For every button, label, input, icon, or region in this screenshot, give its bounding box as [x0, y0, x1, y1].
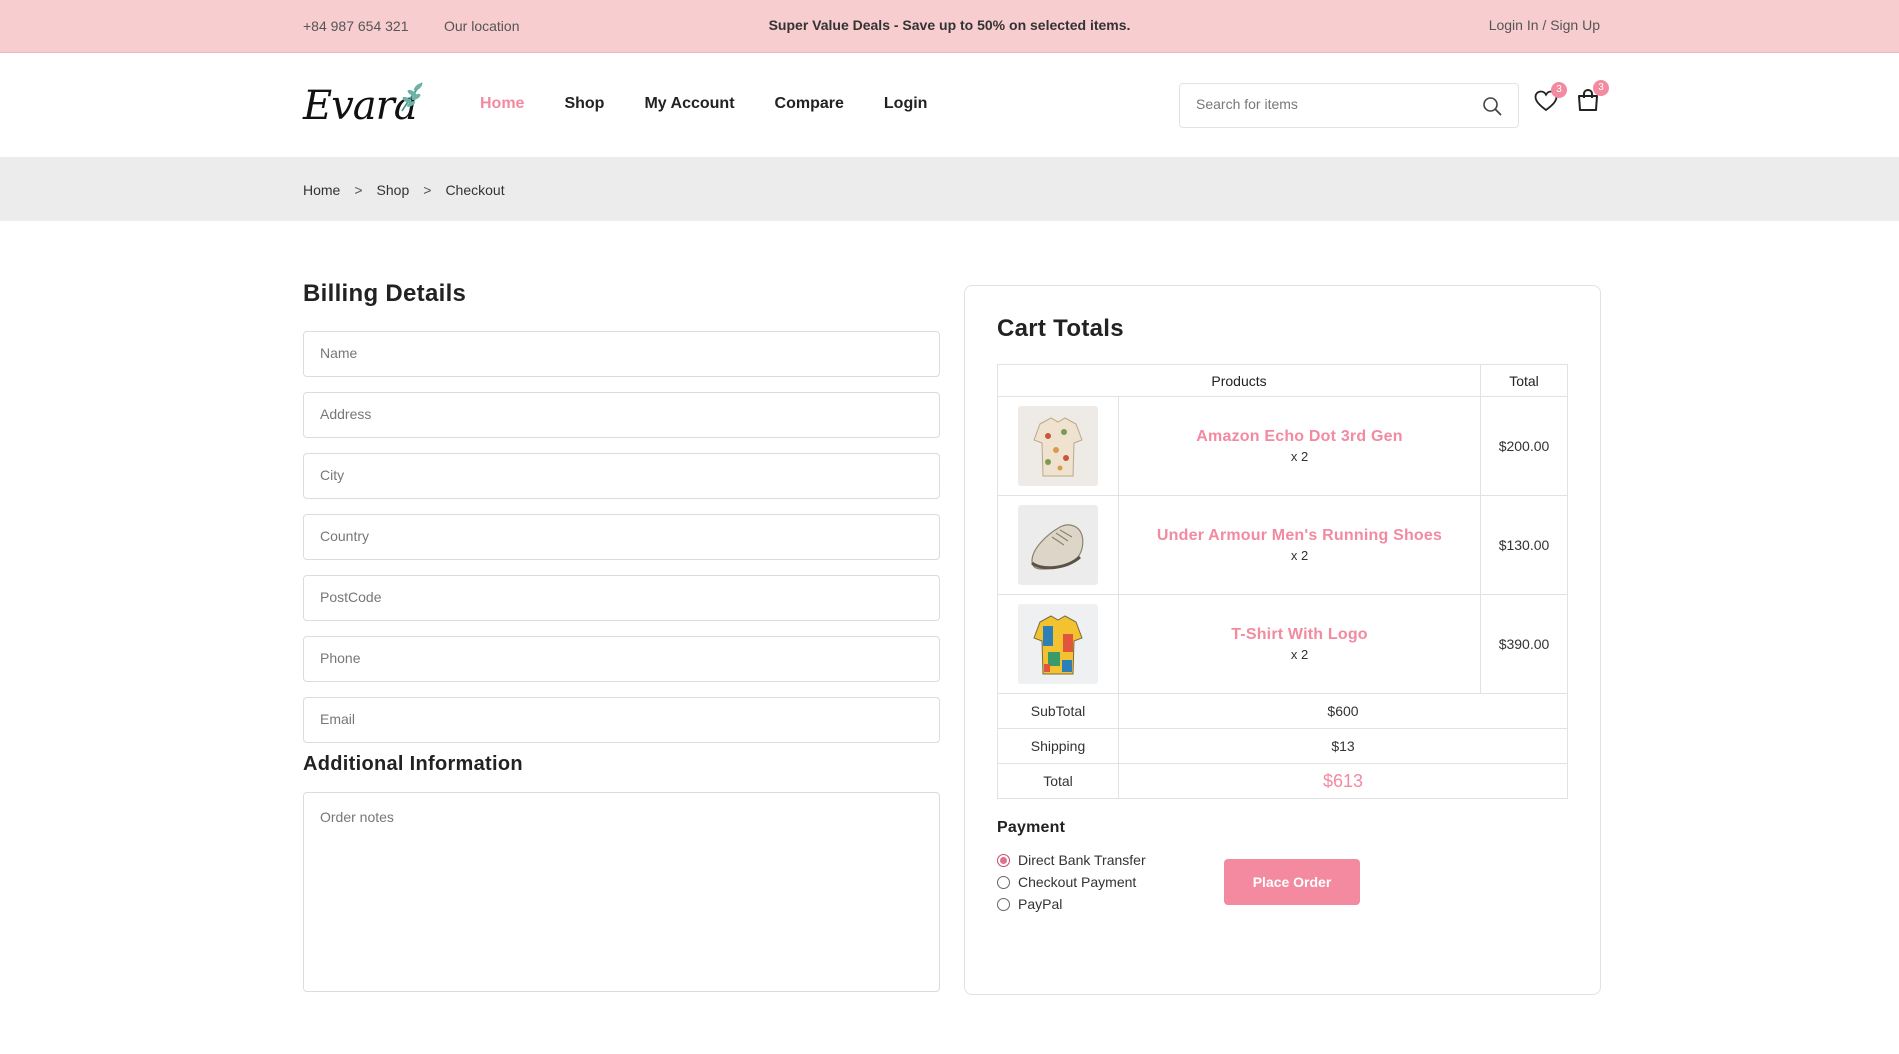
top-bar: +84 987 654 321 Our location Super Value…	[0, 0, 1899, 53]
payment-option-checkout[interactable]: Checkout Payment	[997, 871, 1146, 893]
cart-totals-table: Products Total Amazon Echo Dot 3rd Gen x…	[997, 364, 1568, 799]
total-header: Total	[1480, 364, 1568, 397]
product-total: $130.00	[1480, 495, 1568, 595]
table-row: Under Armour Men's Running Shoes x 2 $13…	[997, 495, 1568, 595]
breadcrumb-bar: Home > Shop > Checkout	[0, 157, 1899, 221]
table-row: T-Shirt With Logo x 2 $390.00	[997, 594, 1568, 694]
payment-option-label: PayPal	[1018, 896, 1063, 912]
phone-field-box	[303, 636, 940, 682]
breadcrumb: Home > Shop > Checkout	[303, 182, 505, 198]
country-field-box	[303, 514, 940, 560]
nav-home[interactable]: Home	[480, 95, 524, 113]
cart-totals-title: Cart Totals	[997, 315, 1124, 342]
shipping-value: $13	[1118, 728, 1568, 764]
leaf-icon	[401, 82, 423, 112]
total-value: $613	[1118, 763, 1568, 799]
name-field-box	[303, 331, 940, 377]
product-quantity: x 2	[1290, 449, 1309, 464]
subtotal-row: SubTotal $600	[997, 693, 1568, 729]
breadcrumb-separator: >	[354, 182, 363, 198]
table-row: Amazon Echo Dot 3rd Gen x 2 $200.00	[997, 396, 1568, 496]
search-input[interactable]	[1196, 96, 1466, 112]
shirt-image	[1033, 417, 1083, 477]
payment-option-paypal[interactable]: PayPal	[997, 893, 1146, 915]
name-field[interactable]	[320, 345, 920, 361]
billing-title: Billing Details	[303, 280, 467, 307]
payment-title: Payment	[997, 819, 1066, 836]
logo[interactable]: Evara	[303, 82, 433, 129]
product-name[interactable]: T-Shirt With Logo	[1119, 626, 1480, 644]
subtotal-label: SubTotal	[997, 693, 1119, 729]
nav-login[interactable]: Login	[884, 95, 928, 113]
radio-checkout-payment[interactable]	[997, 875, 1010, 889]
product-quantity: x 2	[1290, 548, 1309, 563]
shipping-label: Shipping	[997, 728, 1119, 764]
site-header: Evara Home Shop My Account Compare Login…	[0, 53, 1899, 157]
products-header: Products	[997, 364, 1481, 397]
shirt-image	[1033, 615, 1083, 675]
product-image[interactable]	[1018, 505, 1098, 585]
total-label: Total	[997, 763, 1119, 799]
payment-options: Direct Bank Transfer Checkout Payment Pa…	[997, 849, 1146, 915]
city-field-box	[303, 453, 940, 499]
breadcrumb-separator: >	[423, 182, 432, 198]
postcode-field-box	[303, 575, 940, 621]
country-field[interactable]	[320, 528, 920, 544]
search-icon[interactable]	[1482, 96, 1502, 116]
email-field[interactable]	[320, 711, 920, 727]
radio-paypal[interactable]	[997, 897, 1010, 911]
wishlist-count-badge: 3	[1551, 82, 1567, 98]
order-notes-field[interactable]	[320, 809, 920, 979]
subtotal-value: $600	[1118, 693, 1568, 729]
place-order-button[interactable]: Place Order	[1224, 859, 1360, 905]
wishlist-button[interactable]: 3	[1534, 82, 1567, 117]
address-field[interactable]	[320, 406, 920, 422]
breadcrumb-checkout: Checkout	[445, 182, 505, 198]
radio-bank-transfer[interactable]	[997, 853, 1010, 867]
breadcrumb-home[interactable]: Home	[303, 182, 340, 198]
nav-my-account[interactable]: My Account	[644, 95, 734, 113]
address-field-box	[303, 392, 940, 438]
promo-text: Super Value Deals - Save up to 50% on se…	[768, 17, 1131, 33]
email-field-box	[303, 697, 940, 743]
cart-button[interactable]: 3	[1576, 80, 1609, 117]
nav-compare[interactable]: Compare	[775, 95, 844, 113]
cart-totals-panel: Cart Totals Products Total Amazon Echo D…	[964, 285, 1601, 995]
total-row: Total $613	[997, 763, 1568, 799]
shoe-image	[1031, 524, 1084, 570]
payment-option-label: Checkout Payment	[1018, 874, 1137, 890]
product-image[interactable]	[1018, 406, 1098, 486]
main-nav: Home Shop My Account Compare Login	[480, 95, 927, 113]
product-quantity: x 2	[1290, 647, 1309, 662]
login-signup-link[interactable]: Login In / Sign Up	[1489, 17, 1600, 33]
search-box	[1179, 83, 1519, 128]
order-notes-box	[303, 792, 940, 992]
additional-info-title: Additional Information	[303, 753, 523, 775]
product-name[interactable]: Amazon Echo Dot 3rd Gen	[1119, 428, 1480, 446]
shipping-row: Shipping $13	[997, 728, 1568, 764]
postcode-field[interactable]	[320, 589, 920, 605]
city-field[interactable]	[320, 467, 920, 483]
cart-count-badge: 3	[1593, 80, 1609, 96]
product-total: $390.00	[1480, 594, 1568, 694]
breadcrumb-shop[interactable]: Shop	[377, 182, 410, 198]
product-total: $200.00	[1480, 396, 1568, 496]
payment-option-label: Direct Bank Transfer	[1018, 852, 1146, 868]
nav-shop[interactable]: Shop	[564, 95, 604, 113]
payment-option-bank-transfer[interactable]: Direct Bank Transfer	[997, 849, 1146, 871]
product-image[interactable]	[1018, 604, 1098, 684]
phone-field[interactable]	[320, 650, 920, 666]
product-name[interactable]: Under Armour Men's Running Shoes	[1119, 527, 1480, 545]
